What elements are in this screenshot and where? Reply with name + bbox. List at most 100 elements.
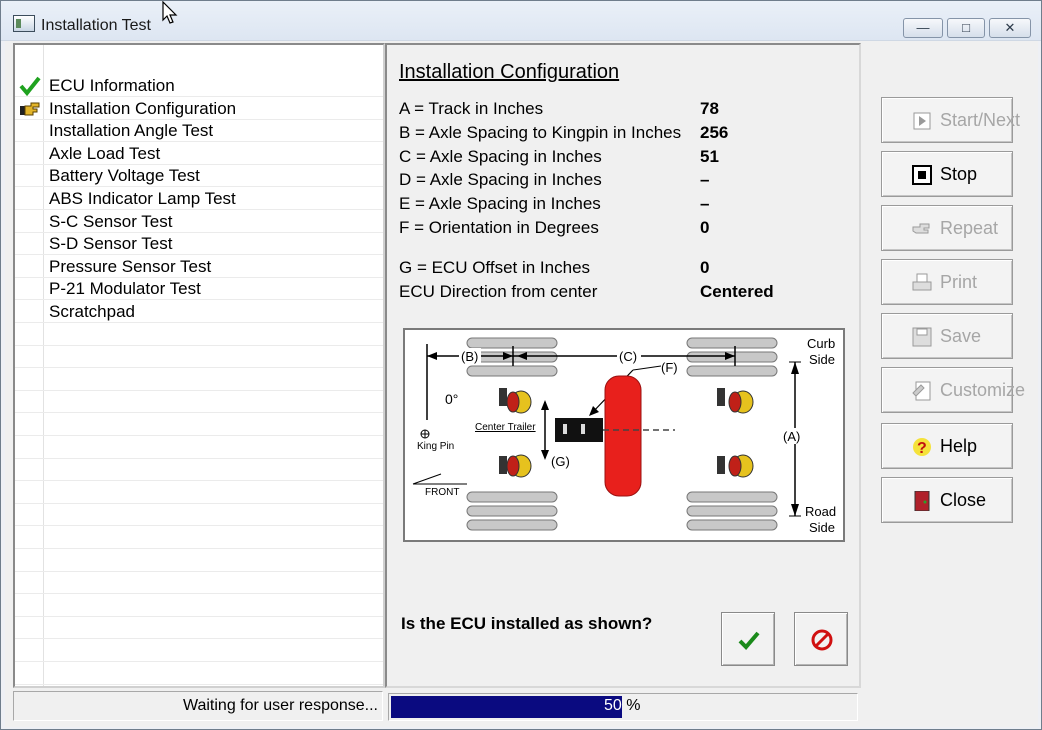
mouse-pointer-icon [162, 1, 178, 24]
test-list-item[interactable]: Installation Configuration [15, 98, 383, 120]
help-button[interactable]: ? Help [881, 423, 1013, 469]
config-label: E = Axle Spacing in Inches [399, 194, 601, 214]
test-list-item-label: ABS Indicator Lamp Test [49, 189, 236, 208]
window-title: Installation Test [41, 17, 151, 34]
button-label: Close [940, 490, 987, 510]
customize-icon [912, 381, 932, 401]
configuration-panel: Installation Configuration A = Track in … [385, 43, 861, 688]
title-bar[interactable]: Installation Test — □ ✕ [1, 1, 1041, 41]
test-list[interactable]: ECU Information Installation Configuratio… [13, 43, 385, 688]
config-row: E = Axle Spacing in Inches – [399, 194, 849, 216]
dimension-a-label: (A) [783, 429, 800, 444]
test-list-item[interactable]: Pressure Sensor Test [15, 256, 383, 278]
front-label: FRONT [425, 487, 459, 498]
progress-value: 50 [604, 697, 622, 714]
installation-diagram: (B) (C) (F) Curb Side Road Side (A) 0° K… [403, 328, 845, 542]
status-bar: Waiting for user response... [13, 691, 383, 721]
button-label: Start/Next [940, 110, 1021, 130]
list-row-divider [15, 412, 383, 414]
minimize-button[interactable]: — [903, 18, 943, 38]
config-value: 78 [700, 99, 719, 118]
king-pin-label: King Pin [417, 441, 454, 452]
button-label: Print [940, 272, 978, 292]
test-list-item-label: S-D Sensor Test [49, 234, 173, 254]
start-next-button[interactable]: Start/Next [881, 97, 1020, 143]
confirm-no-button[interactable] [794, 612, 848, 666]
prohibited-icon [811, 629, 833, 651]
pointing-hand-icon [19, 99, 41, 119]
dimension-c-label: (C) [619, 349, 637, 364]
config-row: C = Axle Spacing in Inches 51 [399, 147, 849, 169]
stop-button[interactable]: Stop [881, 151, 1013, 197]
test-list-item[interactable]: Scratchpad [15, 301, 383, 323]
status-message: Waiting for user response... [182, 697, 378, 714]
list-row-divider [15, 638, 383, 640]
test-list-item-label: Installation Configuration [49, 98, 237, 118]
button-label: Save [940, 326, 982, 346]
close-window-button[interactable]: ✕ [989, 18, 1031, 38]
customize-button[interactable]: Customize [881, 367, 1025, 413]
test-list-item-label: Pressure Sensor Test [49, 256, 212, 276]
trailer-diagram: (B) (C) (F) Curb Side Road Side (A) 0° K… [412, 336, 836, 535]
test-list-item[interactable]: S-C Sensor Test [15, 211, 383, 233]
list-row-divider [15, 389, 383, 391]
window-client-area: ECU Information Installation Configuratio… [5, 41, 1038, 727]
print-button[interactable]: Print [881, 259, 1013, 305]
repeat-button[interactable]: Repeat [881, 205, 1013, 251]
progress-unit: % [626, 697, 641, 714]
maximize-button[interactable]: □ [947, 18, 985, 38]
test-list-item-label: S-C Sensor Test [49, 211, 173, 231]
test-list-item[interactable]: Installation Angle Test [15, 120, 383, 142]
config-label: D = Axle Spacing in Inches [399, 170, 602, 190]
list-row-divider [15, 367, 383, 369]
test-list-item-label: ECU Information [49, 76, 175, 95]
progress-bar: 50 % [388, 693, 858, 721]
checkmark-icon [738, 631, 760, 650]
list-row-divider [15, 570, 383, 572]
floppy-disk-icon [912, 327, 932, 347]
center-trailer-label: Center Trailer [475, 422, 536, 433]
config-row: F = Orientation in Degrees 0 [399, 218, 849, 240]
test-list-item[interactable]: ECU Information [15, 75, 383, 97]
config-value: – [700, 194, 710, 214]
config-label: F = Orientation in Degrees [399, 218, 599, 237]
config-value: 0 [700, 218, 710, 237]
test-list-item-label: Installation Angle Test [49, 121, 214, 141]
road-label: Road [805, 504, 836, 519]
config-value: – [700, 170, 710, 190]
test-list-item[interactable]: P-21 Modulator Test [15, 278, 383, 300]
curb-side-label: Side [809, 352, 835, 367]
play-icon [912, 111, 932, 131]
test-list-item[interactable]: ABS Indicator Lamp Test [15, 188, 383, 210]
list-row-divider [15, 548, 383, 549]
road-side-label: Side [809, 520, 835, 535]
test-list-item-label: Scratchpad [49, 302, 135, 321]
test-list-item[interactable]: Battery Voltage Test [15, 165, 383, 187]
curb-label: Curb [807, 336, 835, 351]
app-icon [13, 15, 35, 32]
close-button[interactable]: Close [881, 477, 1013, 523]
confirm-question: Is the ECU installed as shown? [401, 614, 653, 633]
progress-fill [391, 696, 622, 718]
dimension-b-label: (B) [461, 349, 478, 364]
test-list-item-label: Axle Load Test [49, 143, 161, 163]
list-row-divider [15, 457, 383, 459]
svg-text:?: ? [917, 440, 927, 457]
progress-readout: 50 % [604, 697, 640, 715]
confirm-yes-button[interactable] [721, 612, 775, 666]
list-row-divider [15, 480, 383, 482]
dimension-f-label: (F) [661, 360, 678, 375]
save-button[interactable]: Save [881, 313, 1013, 359]
test-list-item[interactable]: S-D Sensor Test [15, 233, 383, 255]
config-label: A = Track in Inches [399, 99, 544, 118]
button-label: Help [940, 436, 978, 456]
list-row-divider [15, 615, 383, 617]
installation-test-window: Installation Test — □ ✕ ECU Information I… [0, 0, 1042, 730]
stop-icon [912, 165, 932, 185]
list-row-divider [15, 435, 383, 436]
test-list-item[interactable]: Axle Load Test [15, 143, 383, 165]
config-value: 256 [700, 122, 729, 142]
list-row-divider [15, 593, 383, 595]
config-label: ECU Direction from center [399, 282, 598, 301]
config-value: 51 [700, 146, 719, 166]
